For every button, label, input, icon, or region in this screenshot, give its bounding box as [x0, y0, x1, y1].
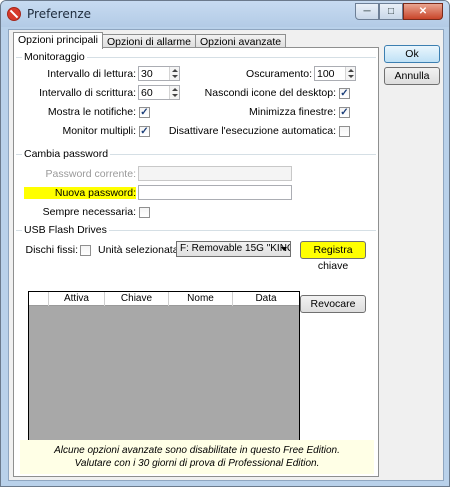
notice-line-2: Valutare con i 30 giorni di prova di Pro…: [74, 458, 320, 469]
app-logo-icon: [7, 7, 21, 21]
maximize-button[interactable]: □: [379, 3, 403, 20]
tab-panel-main: Monitoraggio Intervallo di lettura: 30 I…: [13, 47, 379, 477]
window-title: Preferenze: [27, 7, 92, 21]
darkening-value: 100: [317, 68, 335, 80]
edition-notice: Alcune opzioni avanzate sono disabilitat…: [20, 440, 374, 474]
read-interval-stepper[interactable]: 30: [138, 66, 180, 81]
monitoring-legend: Monitoraggio: [22, 51, 87, 63]
preferences-window: Preferenze ─ □ ✕ Opzioni principali Opzi…: [0, 0, 450, 487]
usb-legend: USB Flash Drives: [22, 224, 109, 236]
always-required-label: Sempre necessaria:: [42, 206, 136, 218]
column-header-key[interactable]: Chiave: [105, 292, 169, 306]
ok-button[interactable]: Ok: [384, 45, 440, 63]
spin-arrows-icon[interactable]: [345, 67, 355, 80]
darkening-stepper[interactable]: 100: [314, 66, 356, 81]
usb-keys-table[interactable]: Attiva Chiave Nome Data: [28, 291, 300, 444]
selected-unit-value: F: Removable 15G "KINGS: [180, 243, 291, 254]
disable-autorun-checkbox[interactable]: [339, 126, 350, 137]
multi-monitor-checkbox[interactable]: ✓: [139, 126, 150, 137]
register-key-button[interactable]: Registra chiave: [300, 241, 366, 272]
read-interval-label: Intervallo di lettura:: [47, 68, 136, 80]
minimize-button[interactable]: ─: [355, 3, 379, 20]
current-password-label: Password corrente:: [45, 168, 136, 180]
spin-arrows-icon[interactable]: [169, 86, 179, 99]
fixed-disks-checkbox[interactable]: [80, 245, 91, 256]
chevron-down-icon: [281, 247, 287, 251]
revoke-button[interactable]: Revocare: [300, 295, 366, 313]
selected-unit-label: Unità selezionata:: [98, 244, 182, 256]
always-required-checkbox[interactable]: [139, 207, 150, 218]
tab-main-options[interactable]: Opzioni principali: [13, 32, 103, 49]
hide-icons-checkbox[interactable]: ✓: [339, 88, 350, 99]
close-button[interactable]: ✕: [403, 3, 443, 20]
column-header-date[interactable]: Data: [233, 292, 299, 306]
show-notifications-label: Mostra le notifiche:: [47, 106, 136, 118]
new-password-field[interactable]: [138, 185, 292, 200]
write-interval-label: Intervallo di scrittura:: [39, 87, 136, 99]
disable-autorun-label: Disattivare l'esecuzione automatica:: [168, 125, 336, 137]
show-notifications-checkbox[interactable]: ✓: [139, 107, 150, 118]
password-legend: Cambia password: [22, 148, 111, 160]
read-interval-value: 30: [141, 68, 153, 80]
fixed-disks-label: Dischi fissi:: [25, 244, 78, 256]
selected-unit-dropdown[interactable]: F: Removable 15G "KINGS: [176, 241, 291, 257]
multi-monitor-label: Monitor multipli:: [62, 125, 136, 137]
title-bar: Preferenze ─ □ ✕: [1, 1, 449, 27]
hide-icons-label: Nascondi icone del desktop:: [204, 87, 336, 99]
table-header: Attiva Chiave Nome Data: [29, 292, 299, 306]
minimize-windows-label: Minimizza finestre:: [249, 106, 336, 118]
column-header-active[interactable]: Attiva: [49, 292, 105, 306]
darkening-label: Oscuramento:: [246, 68, 312, 80]
dialog-body: Opzioni principali Opzioni di allarme Op…: [8, 29, 444, 481]
current-password-field[interactable]: [138, 166, 292, 181]
column-header-select[interactable]: [29, 292, 49, 306]
notice-line-1: Alcune opzioni avanzate sono disabilitat…: [54, 445, 340, 456]
new-password-label: Nuova password:: [24, 187, 136, 199]
column-header-name[interactable]: Nome: [169, 292, 233, 306]
minimize-windows-checkbox[interactable]: ✓: [339, 107, 350, 118]
cancel-button[interactable]: Annulla: [384, 67, 440, 85]
write-interval-value: 60: [141, 87, 153, 99]
write-interval-stepper[interactable]: 60: [138, 85, 180, 100]
spin-arrows-icon[interactable]: [169, 67, 179, 80]
tab-strip: Opzioni principali Opzioni di allarme Op…: [13, 32, 287, 49]
